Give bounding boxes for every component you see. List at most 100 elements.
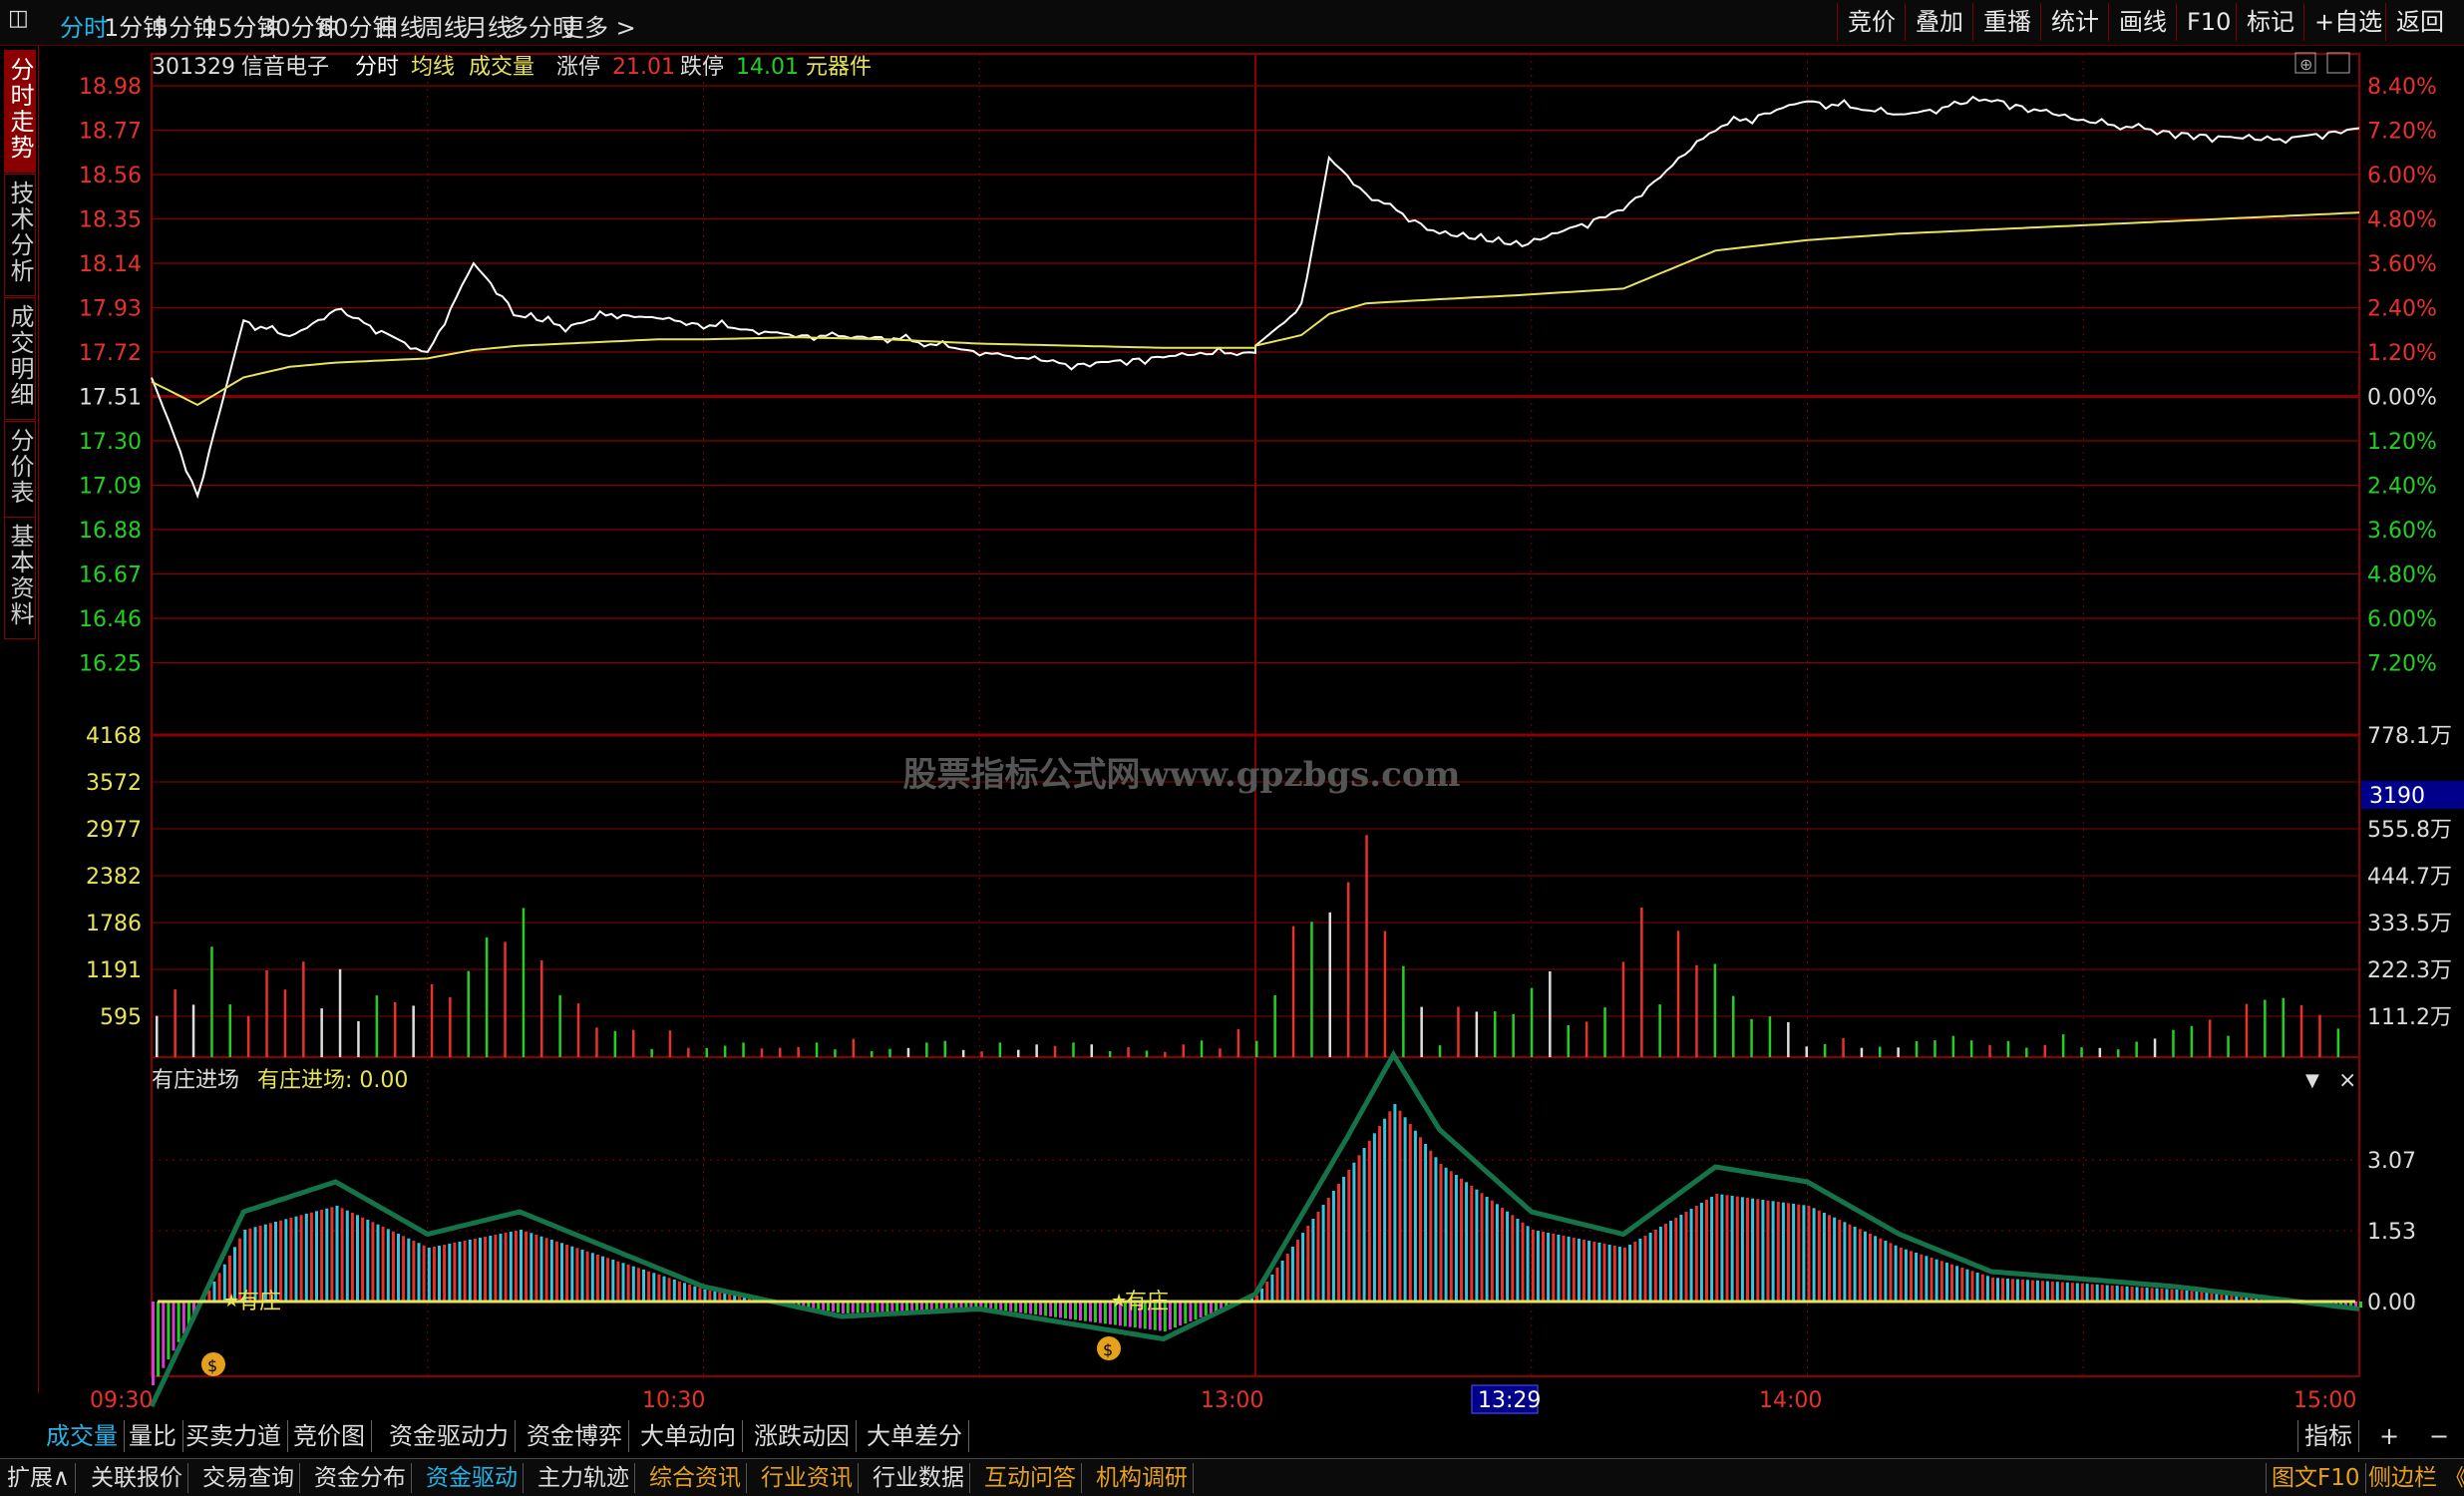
volume-tick-label: 4168 bbox=[86, 724, 142, 749]
tab-fund-drive[interactable]: 资金驱动力 bbox=[383, 1420, 516, 1452]
indicator-bar bbox=[1296, 1240, 1299, 1302]
indicator-bar bbox=[1189, 1302, 1192, 1321]
indicator-bar bbox=[1597, 1243, 1600, 1302]
indicator-bar bbox=[1210, 1302, 1213, 1313]
indicator-bar bbox=[2191, 1292, 2194, 1303]
time-label: 13:00 bbox=[1201, 1388, 1263, 1413]
volume-bar bbox=[2300, 1005, 2303, 1057]
indicator-bar bbox=[356, 1215, 359, 1302]
tab-volume-ratio[interactable]: 量比 bbox=[123, 1420, 183, 1452]
indicator-bar bbox=[1044, 1302, 1047, 1315]
indicator-bar bbox=[1603, 1244, 1606, 1302]
volume-bar bbox=[1494, 1011, 1497, 1057]
volume-bar bbox=[650, 1049, 653, 1057]
indicator-bar bbox=[351, 1213, 354, 1302]
indicator-bar bbox=[1470, 1186, 1473, 1302]
tab-buy-sell-force[interactable]: 买卖力道 bbox=[179, 1420, 288, 1452]
indicator-bar bbox=[555, 1242, 558, 1302]
indicator-bar bbox=[1960, 1268, 1963, 1302]
volume-bar bbox=[376, 995, 379, 1057]
indicator-bar bbox=[484, 1237, 487, 1302]
volume-bar bbox=[1310, 922, 1313, 1057]
status-industry-data[interactable]: 行业数据 bbox=[868, 1463, 970, 1493]
indicator-bar bbox=[1879, 1239, 1882, 1302]
indicator-bar bbox=[1950, 1265, 1953, 1302]
status-related-quotes[interactable]: 关联报价 bbox=[86, 1463, 188, 1493]
tab-price-drivers[interactable]: 涨跌动因 bbox=[748, 1420, 857, 1452]
tab-auction-chart[interactable]: 竞价图 bbox=[287, 1420, 372, 1452]
status-sidebar-toggle[interactable]: 侧边栏 《 bbox=[2363, 1463, 2464, 1493]
volume-bar bbox=[1420, 1007, 1423, 1057]
expand-menu[interactable]: 扩展∧ bbox=[2, 1463, 76, 1493]
volume-tick-label: 2977 bbox=[86, 818, 142, 843]
status-institution-research[interactable]: 机构调研 bbox=[1091, 1463, 1194, 1493]
indicator-bar bbox=[1337, 1184, 1340, 1302]
indicator-bar bbox=[1761, 1200, 1764, 1302]
tab-big-order-diff[interactable]: 大单差分 bbox=[861, 1420, 969, 1452]
indicator-bar bbox=[1797, 1205, 1800, 1302]
status-qa[interactable]: 互动问答 bbox=[979, 1463, 1082, 1493]
volume-bar bbox=[2025, 1048, 2028, 1058]
volume-bar bbox=[394, 1002, 397, 1057]
add-indicator-button[interactable]: + bbox=[2373, 1420, 2405, 1452]
volume-bar bbox=[284, 989, 287, 1057]
close-icon[interactable]: × bbox=[2338, 1068, 2356, 1093]
chevron-down-icon[interactable]: ▼ bbox=[2305, 1070, 2319, 1091]
indicator-bar bbox=[397, 1234, 400, 1302]
indicator-bar bbox=[2151, 1288, 2154, 1302]
indicator-bar bbox=[1715, 1194, 1718, 1302]
intraday-chart[interactable]: 18.9818.7718.5618.3518.1417.9317.7217.51… bbox=[0, 0, 2464, 1416]
volume-bar bbox=[1531, 988, 1534, 1057]
volume-bar bbox=[1879, 1047, 1882, 1057]
indicator-bar bbox=[632, 1267, 635, 1302]
indicator-bar bbox=[1573, 1238, 1576, 1302]
indicator-bar bbox=[1079, 1302, 1082, 1320]
volume-label: 成交量 bbox=[469, 55, 534, 80]
volume-bar bbox=[1091, 1044, 1094, 1057]
status-f10[interactable]: 图文F10 bbox=[2266, 1463, 2366, 1493]
status-main-track[interactable]: 主力轨迹 bbox=[532, 1463, 635, 1493]
status-fund-drive[interactable]: 资金驱动 bbox=[421, 1463, 524, 1493]
indicator-button[interactable]: 指标 bbox=[2297, 1420, 2359, 1452]
volume-bar bbox=[779, 1048, 782, 1057]
time-label: 10:30 bbox=[642, 1388, 705, 1413]
tab-big-order-flow[interactable]: 大单动向 bbox=[634, 1420, 743, 1452]
indicator-bar bbox=[847, 1302, 850, 1313]
volume-bar bbox=[1824, 1044, 1827, 1057]
indicator-bar bbox=[1342, 1177, 1345, 1302]
indicator-bar bbox=[1710, 1197, 1713, 1302]
volume-bar bbox=[980, 1051, 983, 1057]
status-industry-news[interactable]: 行业资讯 bbox=[756, 1463, 859, 1493]
status-fund-distribution[interactable]: 资金分布 bbox=[309, 1463, 412, 1493]
indicator-bar bbox=[1633, 1242, 1636, 1302]
indicator-bar bbox=[1434, 1157, 1437, 1302]
indicator-bar bbox=[1465, 1182, 1468, 1302]
volume-bar bbox=[962, 1050, 965, 1057]
volume-bar bbox=[1512, 1014, 1515, 1057]
volume-tick-label: 1786 bbox=[86, 912, 142, 936]
volume-bar bbox=[2191, 1026, 2194, 1057]
volume-bar bbox=[1750, 1019, 1753, 1057]
indicator-bar bbox=[1823, 1213, 1826, 1302]
panel-toggle-icon[interactable] bbox=[2327, 53, 2349, 73]
indicator-tick-label: 3.07 bbox=[2367, 1149, 2416, 1174]
status-trade-query[interactable]: 交易查询 bbox=[197, 1463, 300, 1493]
status-news[interactable]: 综合资讯 bbox=[644, 1463, 747, 1493]
indicator-bar bbox=[1654, 1230, 1657, 1302]
indicator-bar bbox=[423, 1246, 426, 1302]
percent-tick-label: 6.00% bbox=[2367, 164, 2437, 188]
indicator-bar bbox=[540, 1237, 543, 1302]
expand-icon-glyph: ⊕ bbox=[2299, 55, 2312, 74]
indicator-bar bbox=[2121, 1286, 2124, 1302]
indicator-bar bbox=[550, 1240, 553, 1302]
indicator-bar bbox=[1578, 1239, 1581, 1302]
indicator-bar bbox=[1920, 1255, 1923, 1302]
tab-volume[interactable]: 成交量 bbox=[40, 1420, 125, 1452]
tab-fund-game[interactable]: 资金博弈 bbox=[521, 1420, 629, 1452]
indicator-bar bbox=[1936, 1260, 1938, 1302]
remove-indicator-button[interactable]: − bbox=[2423, 1420, 2455, 1452]
indicator-bar bbox=[1311, 1219, 1314, 1302]
indicator-bar bbox=[305, 1214, 308, 1302]
volume-amount-label: 555.8万 bbox=[2367, 818, 2452, 843]
indicator-bar bbox=[1024, 1302, 1027, 1313]
